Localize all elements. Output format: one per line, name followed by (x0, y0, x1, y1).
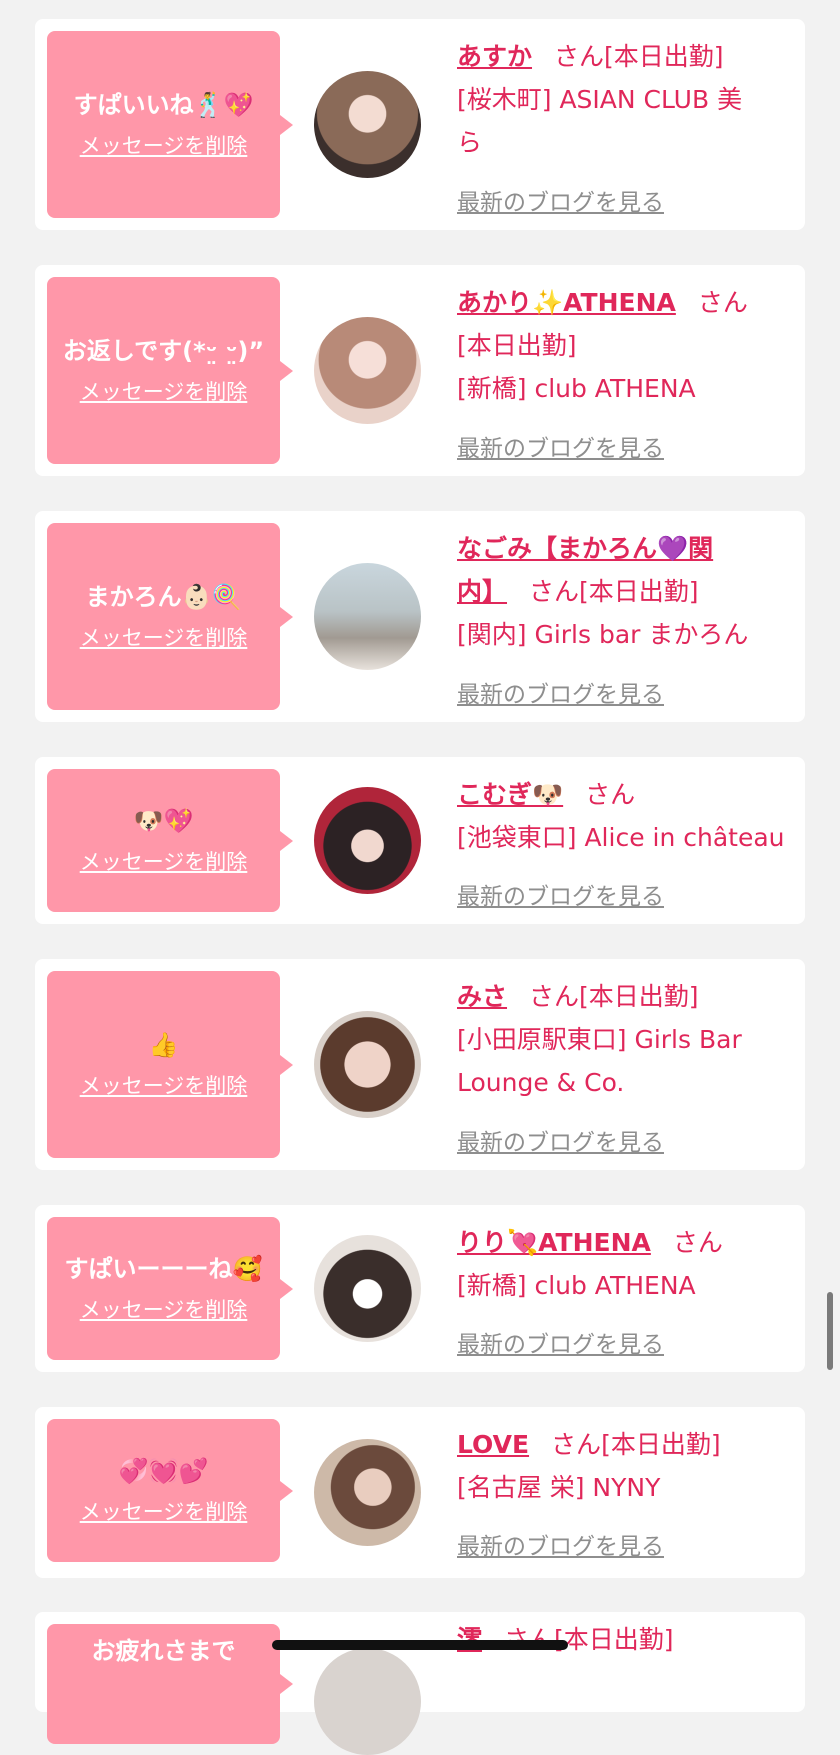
latest-blog-link[interactable]: 最新のブログを見る (457, 1527, 664, 1561)
cast-info: あすか さん[本日出勤] [桜木町] ASIAN CLUB 美 ら (457, 35, 793, 164)
cast-name-link[interactable]: なごみ【まかろん💜関 (457, 534, 713, 563)
latest-blog-link[interactable]: 最新のブログを見る (457, 1123, 664, 1157)
latest-blog-link[interactable]: 最新のブログを見る (457, 429, 664, 463)
honorific: さん (672, 1228, 723, 1257)
reply-bubble: お返しです(*ᵕ̤ ᵕ̤)” メッセージを削除 (47, 277, 293, 464)
latest-blog-link[interactable]: 最新のブログを見る (457, 877, 664, 911)
shift-status: [本日出勤] (554, 1625, 674, 1654)
cast-info: あかり✨ATHENA さん [本日出勤] [新橋] club ATHENA (457, 281, 793, 410)
honorific: さん (554, 42, 605, 71)
shift-status: [本日出勤] (601, 1430, 721, 1459)
reply-text: 💞💓💕 (118, 1456, 209, 1485)
cast-name-link[interactable]: こむぎ🐶 (457, 780, 563, 809)
honorific: さん (529, 982, 580, 1011)
avatar[interactable] (314, 317, 421, 424)
cast-info: なごみ【まかろん💜関 内】 さん[本日出勤] [関内] Girls bar まかろ… (457, 527, 793, 656)
honorific: さん (697, 288, 748, 317)
store-name: [名古屋 栄] NYNY (457, 1473, 661, 1502)
avatar[interactable] (314, 787, 421, 894)
reply-text: お疲れさまで (91, 1637, 236, 1665)
message-card: お返しです(*ᵕ̤ ᵕ̤)” メッセージを削除 あかり✨ATHENA さん [本日… (35, 265, 805, 476)
delete-message-link[interactable]: メッセージを削除 (80, 1294, 248, 1324)
reply-text: まかろん👶🏻🍭 (85, 582, 242, 611)
delete-message-link[interactable]: メッセージを削除 (80, 376, 248, 406)
cast-info: みさ さん[本日出勤] [小田原駅東口] Girls Bar Lounge & C… (457, 975, 793, 1104)
cast-info: LOVE さん[本日出勤] [名古屋 栄] NYNY (457, 1423, 793, 1509)
latest-blog-link[interactable]: 最新のブログを見る (457, 1325, 664, 1359)
store-name: [小田原駅東口] Girls Bar (457, 1025, 742, 1054)
message-card: 🐶💖 メッセージを削除 こむぎ🐶 さん [池袋東口] Alice in châte… (35, 757, 805, 924)
delete-message-link[interactable]: メッセージを削除 (80, 1070, 248, 1100)
cast-name-link[interactable]: みさ (457, 982, 507, 1011)
honorific: さん (551, 1430, 602, 1459)
message-card: まかろん👶🏻🍭 メッセージを削除 なごみ【まかろん💜関 内】 さん[本日出勤] [… (35, 511, 805, 722)
shift-status: [本日出勤] (579, 982, 699, 1011)
reply-bubble: 🐶💖 メッセージを削除 (47, 769, 293, 912)
reply-bubble: 💞💓💕 メッセージを削除 (47, 1419, 293, 1562)
cast-name-link[interactable]: りり💘ATHENA (457, 1228, 651, 1257)
cast-name-link[interactable]: あすか (457, 42, 532, 71)
store-name: [関内] Girls bar まかろん (457, 620, 749, 649)
scrollbar[interactable] (827, 1292, 833, 1370)
cast-info: こむぎ🐶 さん [池袋東口] Alice in château (457, 773, 793, 859)
cast-name-link-cont[interactable]: 内】 (457, 577, 507, 606)
latest-blog-link[interactable]: 最新のブログを見る (457, 675, 664, 709)
latest-blog-link[interactable]: 最新のブログを見る (457, 183, 664, 217)
avatar[interactable] (314, 1648, 421, 1755)
avatar[interactable] (314, 71, 421, 178)
cast-name-link[interactable]: LOVE (457, 1430, 529, 1459)
store-name: [新橋] club ATHENA (457, 1271, 696, 1300)
reply-bubble: すぱいいね🕺💖 メッセージを削除 (47, 31, 293, 218)
cast-info: りり💘ATHENA さん [新橋] club ATHENA (457, 1221, 793, 1307)
reply-bubble: お疲れさまで (47, 1624, 293, 1744)
shift-status: [本日出勤] (604, 42, 724, 71)
delete-message-link[interactable]: メッセージを削除 (80, 1496, 248, 1526)
reply-bubble: すぱいーーーね🥰 メッセージを削除 (47, 1217, 293, 1360)
delete-message-link[interactable]: メッセージを削除 (80, 846, 248, 876)
delete-message-link[interactable]: メッセージを削除 (80, 622, 248, 652)
shift-status: [本日出勤] (579, 577, 699, 606)
reply-text: 👍 (148, 1030, 179, 1059)
reply-text: 🐶💖 (133, 806, 194, 835)
avatar[interactable] (314, 1235, 421, 1342)
delete-message-link[interactable]: メッセージを削除 (80, 130, 248, 160)
message-card: 👍 メッセージを削除 みさ さん[本日出勤] [小田原駅東口] Girls Bar… (35, 959, 805, 1170)
message-card: すぱいいね🕺💖 メッセージを削除 あすか さん[本日出勤] [桜木町] ASIAN… (35, 19, 805, 230)
home-indicator[interactable] (272, 1640, 568, 1650)
reply-bubble: まかろん👶🏻🍭 メッセージを削除 (47, 523, 293, 710)
store-name: [池袋東口] Alice in château (457, 823, 785, 852)
store-name-cont: ら (457, 128, 483, 157)
shift-status: [本日出勤] (457, 331, 577, 360)
honorific: さん (529, 577, 580, 606)
cast-name-link[interactable]: あかり✨ATHENA (457, 288, 676, 317)
store-name-cont: Lounge & Co. (457, 1068, 625, 1097)
store-name: [新橋] club ATHENA (457, 374, 696, 403)
message-card: すぱいーーーね🥰 メッセージを削除 りり💘ATHENA さん [新橋] club … (35, 1205, 805, 1372)
reply-text: すぱいいね🕺💖 (73, 90, 254, 119)
reply-bubble: 👍 メッセージを削除 (47, 971, 293, 1158)
message-card: 💞💓💕 メッセージを削除 LOVE さん[本日出勤] [名古屋 栄] NYNY 最… (35, 1407, 805, 1578)
reply-text: お返しです(*ᵕ̤ ᵕ̤)” (62, 336, 265, 365)
honorific: さん (585, 780, 636, 809)
avatar[interactable] (314, 1011, 421, 1118)
store-name: [桜木町] ASIAN CLUB 美 (457, 85, 743, 114)
avatar[interactable] (314, 1439, 421, 1546)
reply-text: すぱいーーーね🥰 (64, 1254, 263, 1283)
message-card: お疲れさまで 澪さん[本日出勤] (35, 1612, 805, 1755)
avatar[interactable] (314, 563, 421, 670)
